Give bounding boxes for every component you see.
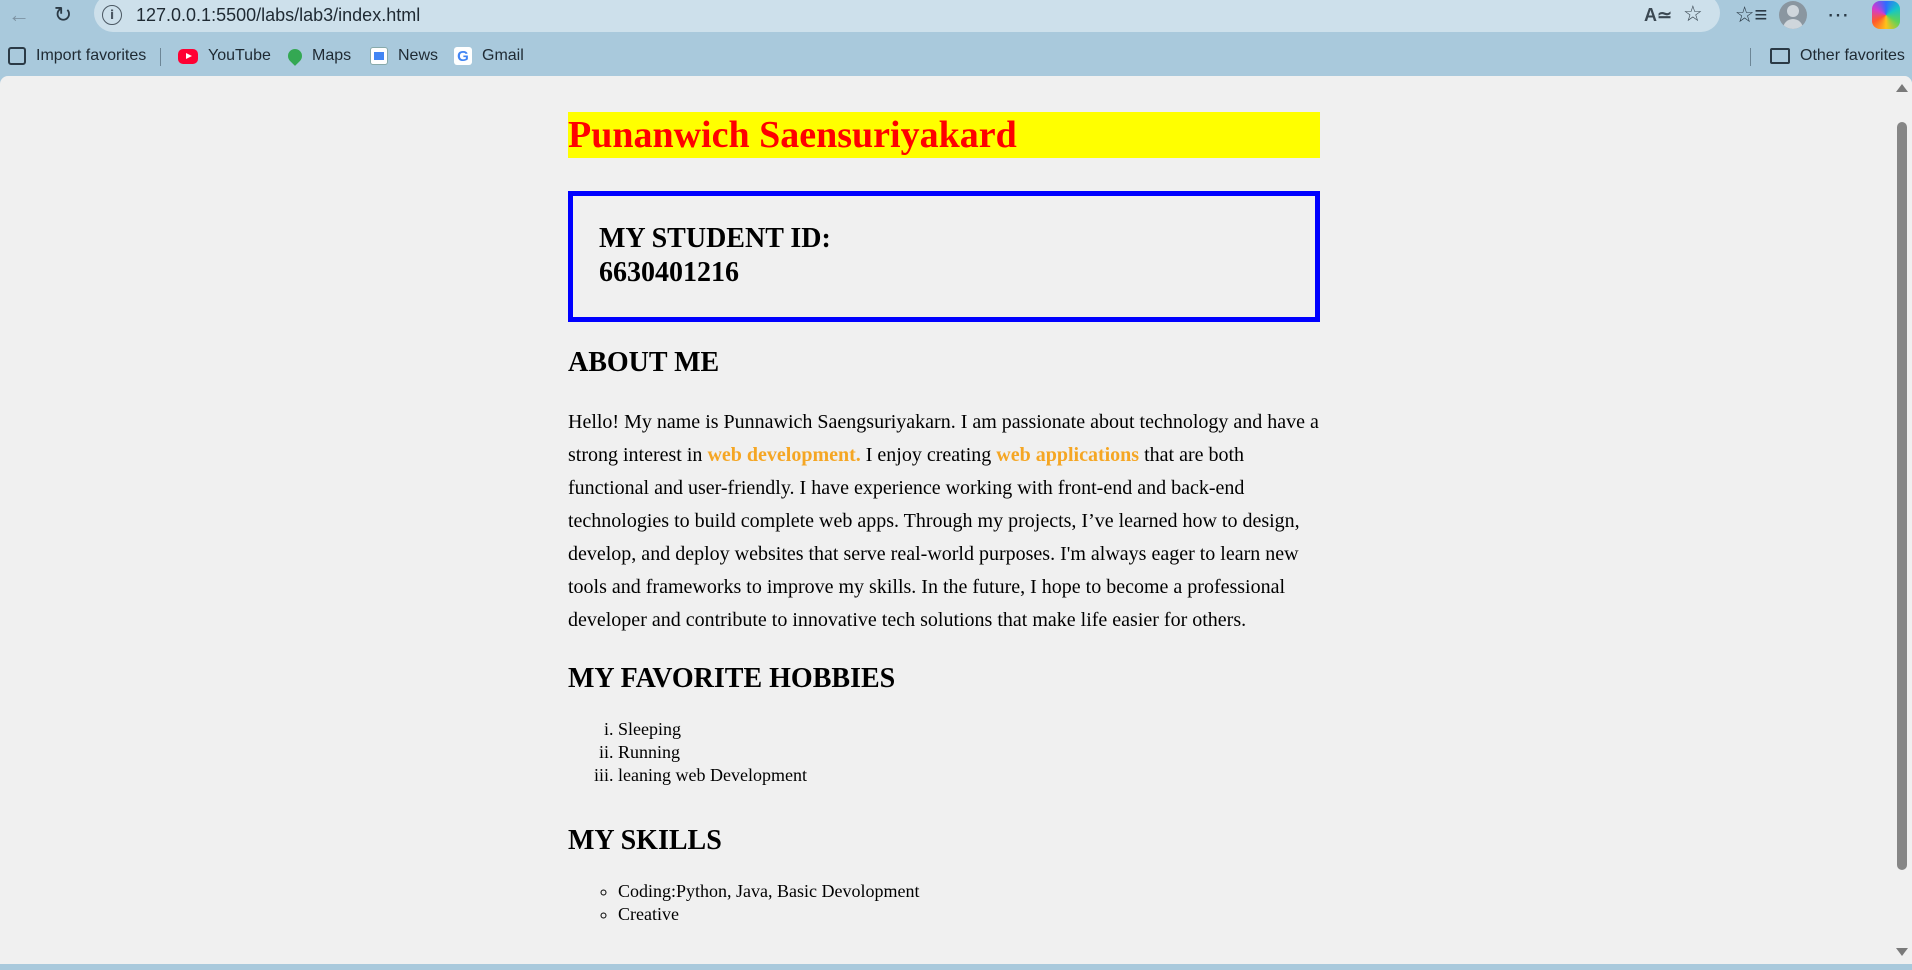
- highlight-web-development: web development.: [707, 444, 861, 466]
- page-content: Punanwich Saensuriyakard MY STUDENT ID: …: [568, 76, 1320, 926]
- about-heading: ABOUT ME: [568, 347, 720, 378]
- bookmark-youtube[interactable]: YouTube: [178, 46, 271, 66]
- list-item: leaning web Development: [618, 764, 1320, 787]
- copilot-icon[interactable]: [1872, 1, 1900, 29]
- address-bar[interactable]: i 127.0.0.1:5500/labs/lab3/index.html A≃…: [94, 0, 1720, 32]
- profile-avatar[interactable]: [1779, 1, 1807, 29]
- page-viewport: Punanwich Saensuriyakard MY STUDENT ID: …: [0, 76, 1912, 964]
- import-icon: [8, 47, 26, 65]
- star-favorite-icon[interactable]: ☆: [1683, 1, 1703, 27]
- list-item: Running: [618, 741, 1320, 764]
- folder-icon: [1770, 48, 1790, 64]
- scroll-down-arrow-icon[interactable]: [1896, 948, 1908, 956]
- scroll-up-arrow-icon[interactable]: [1896, 84, 1908, 92]
- bookmark-news[interactable]: News: [370, 46, 438, 66]
- reload-icon[interactable]: ↻: [46, 0, 80, 30]
- maps-icon: [285, 46, 305, 66]
- name-heading: Punanwich Saensuriyakard: [568, 112, 1320, 158]
- skills-heading: MY SKILLS: [568, 825, 722, 856]
- bookmark-maps[interactable]: Maps: [285, 46, 352, 66]
- browser-toolbar: ← ↻ i 127.0.0.1:5500/labs/lab3/index.htm…: [0, 0, 1912, 32]
- bookmarks-bar: Import favorites YouTube Maps News G Gma…: [0, 38, 1912, 74]
- url-text[interactable]: 127.0.0.1:5500/labs/lab3/index.html: [136, 5, 420, 26]
- site-info-icon[interactable]: i: [102, 5, 122, 25]
- student-id-label: MY STUDENT ID:: [599, 223, 831, 254]
- bookmark-other-favorites[interactable]: Other favorites: [1770, 46, 1905, 66]
- bookmark-label: Maps: [312, 47, 352, 64]
- bookmark-label: Other favorites: [1800, 47, 1905, 64]
- student-id-value: 6630401216: [599, 257, 739, 288]
- list-item: Creative: [618, 903, 1320, 926]
- bookmark-divider: [160, 48, 161, 66]
- favorites-list-icon[interactable]: ☆≡: [1735, 0, 1768, 30]
- youtube-icon: [178, 48, 198, 64]
- list-item: Sleeping: [618, 718, 1320, 741]
- bookmark-import-favorites[interactable]: Import favorites: [8, 46, 146, 66]
- about-text: that are both functional and user-friend…: [568, 444, 1300, 631]
- student-id-box: MY STUDENT ID: 6630401216: [568, 191, 1320, 322]
- bookmark-label: Import favorites: [36, 47, 147, 64]
- bookmark-label: News: [398, 47, 439, 64]
- bookmark-gmail[interactable]: G Gmail: [454, 46, 524, 66]
- gmail-icon: G: [454, 47, 472, 65]
- scrollbar-thumb[interactable]: [1897, 122, 1907, 870]
- vertical-scrollbar[interactable]: [1892, 76, 1912, 964]
- list-item: Coding:Python, Java, Basic Devolopment: [618, 880, 1320, 903]
- hobbies-list: Sleeping Running leaning web Development: [568, 718, 1320, 787]
- hobbies-heading: MY FAVORITE HOBBIES: [568, 663, 896, 694]
- bookmark-label: Gmail: [482, 47, 524, 64]
- about-text: I enjoy creating: [860, 444, 997, 466]
- about-paragraph: Hello! My name is Punnawich Saengsuriyak…: [568, 406, 1320, 637]
- read-aloud-icon[interactable]: A≃: [1644, 5, 1672, 26]
- back-arrow-icon[interactable]: ←: [2, 0, 36, 30]
- bookmark-divider: [1750, 48, 1751, 66]
- bookmark-label: YouTube: [208, 47, 271, 64]
- highlight-web-applications: web applications: [996, 444, 1140, 466]
- more-options-icon[interactable]: ⋯: [1823, 0, 1853, 30]
- skills-list: Coding:Python, Java, Basic Devolopment C…: [568, 880, 1320, 926]
- news-icon: [370, 47, 388, 65]
